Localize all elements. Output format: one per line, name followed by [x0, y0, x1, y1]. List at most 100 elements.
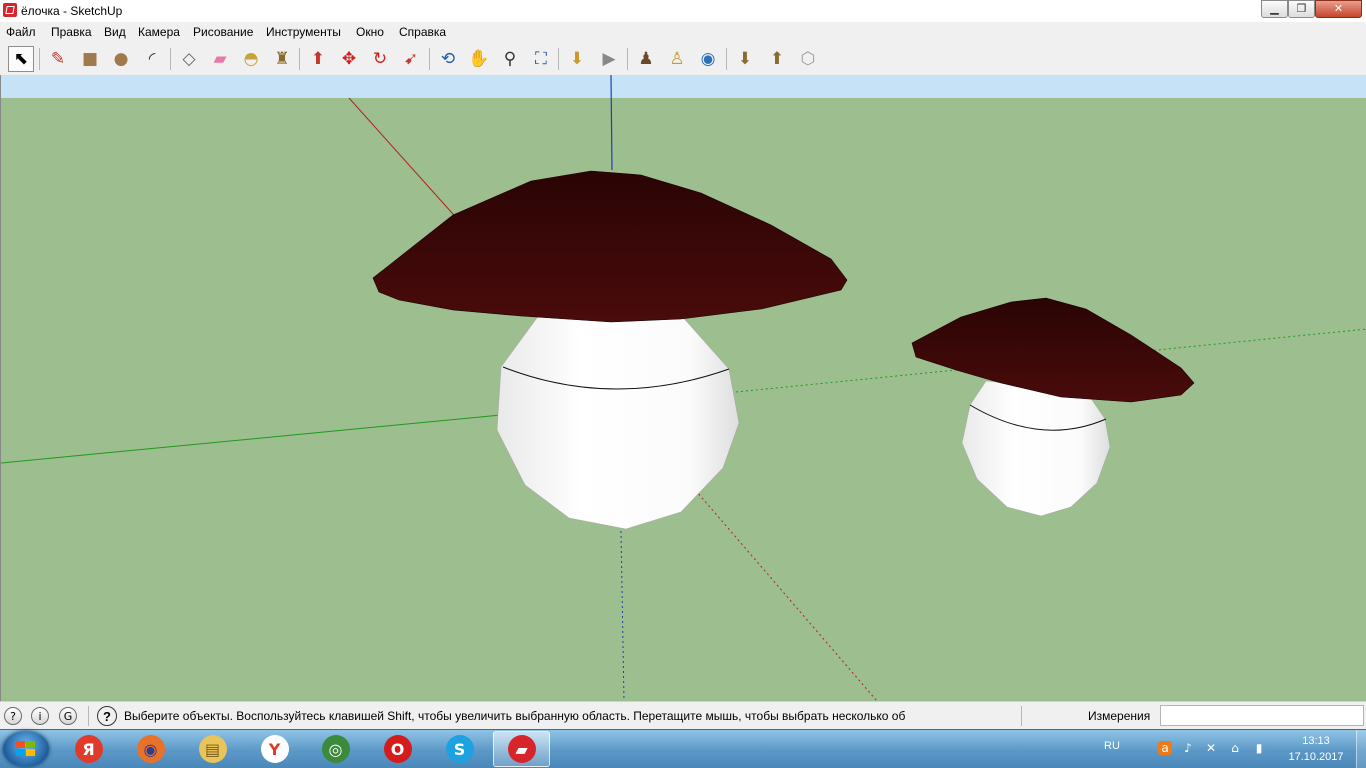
- arc-tool-icon: ◜: [148, 48, 156, 69]
- status-divider: [88, 706, 89, 726]
- extension-warehouse-tool-button[interactable]: ⬡: [795, 46, 821, 72]
- explorer-app-button[interactable]: ▤: [184, 731, 241, 767]
- tape-measure-tool-button[interactable]: ◓: [238, 46, 264, 72]
- look-around-tool-button[interactable]: ◉: [695, 46, 721, 72]
- menu-camera[interactable]: Камера: [138, 25, 180, 39]
- toolbar-separator: [558, 48, 559, 70]
- maximize-icon: ❐: [1296, 2, 1307, 15]
- walk-tool-button[interactable]: ♙: [664, 46, 690, 72]
- paint-bucket-tool-icon: ♜: [274, 48, 290, 69]
- geo-location-icon[interactable]: ?: [4, 707, 22, 725]
- pan-tool-button[interactable]: ✋: [466, 46, 492, 72]
- scene: [1, 75, 1366, 701]
- yandex-browser-app-button[interactable]: Y: [246, 731, 303, 767]
- yandex-app-button[interactable]: Я: [60, 731, 117, 767]
- extension-warehouse-tool-icon: ⬡: [800, 48, 816, 69]
- yandex-browser-app-icon: Y: [260, 735, 289, 763]
- zoom-tool-icon: ⚲: [503, 48, 517, 69]
- status-divider: [1021, 706, 1022, 726]
- circle-tool-icon: ●: [113, 48, 129, 69]
- menu-edit[interactable]: Правка: [51, 25, 92, 39]
- zoom-extents-tool-button[interactable]: ⛶: [528, 46, 554, 72]
- minimize-button[interactable]: ▁: [1261, 0, 1288, 18]
- system-clock[interactable]: 13:13 17.10.2017: [1280, 733, 1352, 765]
- get-models-tool-button[interactable]: ⬇: [732, 46, 758, 72]
- position-camera-tool-button[interactable]: ♟: [633, 46, 659, 72]
- rectangle-tool-button[interactable]: ■: [77, 46, 103, 72]
- pan-tool-icon: ✋: [468, 48, 490, 69]
- next-view-tool-button[interactable]: ▶: [596, 46, 622, 72]
- firefox-app-icon: ◉: [136, 735, 165, 763]
- previous-view-tool-icon: ⬇: [569, 48, 585, 69]
- volume-icon[interactable]: ♪: [1181, 741, 1195, 755]
- sketchup-app-icon: ▰: [507, 735, 536, 763]
- menu-view[interactable]: Вид: [104, 25, 126, 39]
- move-tool-button[interactable]: ✥: [336, 46, 362, 72]
- toolbar-separator: [726, 48, 727, 70]
- chrome-app-button[interactable]: ◎: [307, 731, 364, 767]
- model-viewport[interactable]: [0, 75, 1366, 701]
- rotate-tool-button[interactable]: ↻: [367, 46, 393, 72]
- windows-logo-icon: [16, 741, 36, 757]
- tape-measure-tool-icon: ◓: [243, 48, 259, 69]
- zoom-tool-button[interactable]: ⚲: [497, 46, 523, 72]
- look-around-tool-icon: ◉: [700, 48, 716, 69]
- select-tool-icon: ⬉: [13, 48, 29, 69]
- user-account-icon[interactable]: G: [59, 707, 77, 725]
- arc-tool-button[interactable]: ◜: [139, 46, 165, 72]
- minimize-icon: ▁: [1270, 2, 1279, 15]
- select-tool-button[interactable]: ⬉: [8, 46, 34, 72]
- toolbar-separator: [170, 48, 171, 70]
- toolbar-separator: [299, 48, 300, 70]
- opera-app-button[interactable]: O: [369, 731, 426, 767]
- maximize-button[interactable]: ❐: [1288, 0, 1315, 18]
- opera-app-icon: O: [383, 735, 412, 763]
- menu-help[interactable]: Справка: [399, 25, 446, 39]
- language-indicator[interactable]: RU: [1104, 740, 1120, 752]
- zoom-extents-tool-icon: ⛶: [535, 48, 547, 69]
- close-button[interactable]: ✕: [1315, 0, 1362, 18]
- get-models-tool-icon: ⬇: [737, 48, 753, 69]
- signal-icon[interactable]: ▮: [1252, 741, 1266, 755]
- toolbar-separator: [429, 48, 430, 70]
- share-model-tool-button[interactable]: ⬆: [764, 46, 790, 72]
- follow-me-tool-button[interactable]: ➹: [398, 46, 424, 72]
- sketchup-icon: [3, 3, 17, 17]
- title-bar: ёлочка - SketchUp ▁ ❐ ✕: [0, 0, 1366, 22]
- sky: [1, 75, 1366, 98]
- measurements-input[interactable]: [1160, 705, 1364, 726]
- network-warning-icon[interactable]: ✕: [1204, 741, 1218, 755]
- help-icon[interactable]: ?: [97, 706, 117, 726]
- status-bar: ? i G ? Выберите объекты. Воспользуйтесь…: [0, 701, 1366, 729]
- show-desktop-button[interactable]: [1356, 730, 1366, 768]
- pencil-tool-icon: ✎: [50, 48, 66, 69]
- sketchup-app-button[interactable]: ▰: [493, 731, 550, 767]
- menu-tools[interactable]: Инструменты: [266, 25, 341, 39]
- firefox-app-button[interactable]: ◉: [122, 731, 179, 767]
- skype-app-button[interactable]: S: [431, 731, 488, 767]
- push-pull-tool-button[interactable]: ⬆: [305, 46, 331, 72]
- paint-bucket-tool-button[interactable]: ♜: [269, 46, 295, 72]
- menu-window[interactable]: Окно: [356, 25, 384, 39]
- pencil-tool-button[interactable]: ✎: [45, 46, 71, 72]
- circle-tool-button[interactable]: ●: [108, 46, 134, 72]
- clock-date: 17.10.2017: [1288, 751, 1344, 763]
- avast-icon[interactable]: a: [1158, 741, 1172, 755]
- eraser-tool-button[interactable]: ▰: [207, 46, 233, 72]
- main-toolbar: ⬉ ✎ ■ ● ◜ ◇ ▰ ◓ ♜ ⬆ ✥ ↻ ➹ ⟲ ✋ ⚲ ⛶ ⬇ ▶ ♟ ♙ ◉ ⬇ ⬆ ⬡: [0, 42, 1366, 76]
- eraser-tool-icon: ▰: [213, 48, 227, 69]
- make-component-tool-button[interactable]: ◇: [176, 46, 202, 72]
- orbit-tool-button[interactable]: ⟲: [435, 46, 461, 72]
- previous-view-tool-button[interactable]: ⬇: [564, 46, 590, 72]
- usb-icon[interactable]: ⌂: [1228, 741, 1242, 755]
- windows-taskbar: Я ◉ ▤ Y ◎ O S ▰ RU a ♪ ✕ ⌂ ▮ 13:13 17.10.2017: [0, 729, 1366, 768]
- follow-me-tool-icon: ➹: [403, 48, 419, 69]
- menu-draw[interactable]: Рисование: [193, 25, 253, 39]
- window-title: ёлочка - SketchUp: [21, 4, 123, 18]
- start-button[interactable]: [3, 731, 49, 767]
- credits-icon[interactable]: i: [31, 707, 49, 725]
- close-icon: ✕: [1333, 2, 1344, 15]
- share-model-tool-icon: ⬆: [769, 48, 785, 69]
- walk-tool-icon: ♙: [669, 48, 685, 69]
- menu-file[interactable]: Файл: [6, 25, 36, 39]
